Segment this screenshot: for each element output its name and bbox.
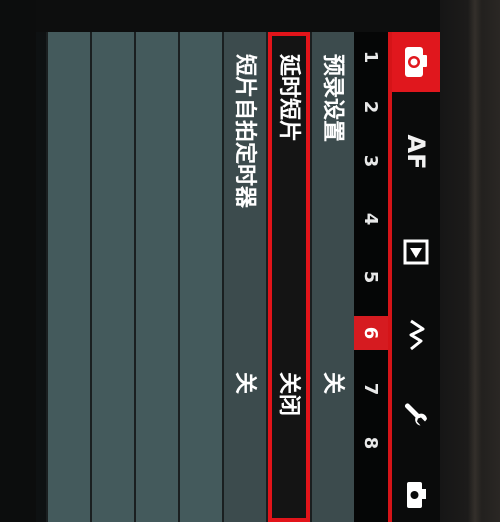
tab-shooting[interactable] [392,32,440,92]
tab-playback[interactable] [392,222,440,282]
page-number-4[interactable]: 4 [354,202,388,236]
menu-row-empty [178,32,222,522]
play-icon [403,239,429,265]
camera-body-highlight [468,0,482,522]
page-number-7[interactable]: 7 [354,372,388,406]
tab-underline [388,32,392,522]
menu-item-value: 关闭 [276,372,301,417]
camera-menu-screen: AF 1 2 3 4 5 6 7 8 预录设置 关 延时短片 关闭 短片自拍定时… [36,32,440,522]
custom-function-icon [403,318,429,352]
menu-item-value: 关 [320,372,345,395]
menu-row-empty [46,32,90,522]
tab-af[interactable]: AF [392,122,440,182]
menu-item-time-lapse[interactable]: 延时短片 关闭 [266,32,310,522]
wrench-icon [402,400,430,428]
camera-icon [403,45,429,79]
menu-item-value: 关 [232,372,257,395]
camera-body-top [0,0,500,32]
camera-icon [405,480,427,510]
menu-list: 预录设置 关 延时短片 关闭 短片自拍定时器 关 [36,32,354,522]
menu-item-label: 短片自拍定时器 [232,54,257,209]
page-number-8[interactable]: 8 [354,426,388,460]
page-number-1[interactable]: 1 [354,40,388,74]
menu-tab-bar: AF [392,32,440,522]
menu-item-label: 预录设置 [320,54,345,143]
tab-af-label: AF [402,134,430,170]
camera-body-left [0,0,36,522]
tab-my-menu[interactable] [392,470,440,520]
menu-item-pre-recording[interactable]: 预录设置 关 [310,32,354,522]
tab-setup[interactable] [392,384,440,444]
menu-row-empty [134,32,178,522]
tab-custom-functions[interactable] [392,300,440,370]
page-number-5[interactable]: 5 [354,260,388,294]
page-indicator-bar: 1 2 3 4 5 6 7 8 [354,32,388,522]
page-number-3[interactable]: 3 [354,144,388,178]
menu-row-empty [90,32,134,522]
menu-item-movie-self-timer[interactable]: 短片自拍定时器 关 [222,32,266,522]
menu-item-label: 延时短片 [276,54,301,143]
page-number-6[interactable]: 6 [354,316,388,350]
page-number-2[interactable]: 2 [354,90,388,124]
